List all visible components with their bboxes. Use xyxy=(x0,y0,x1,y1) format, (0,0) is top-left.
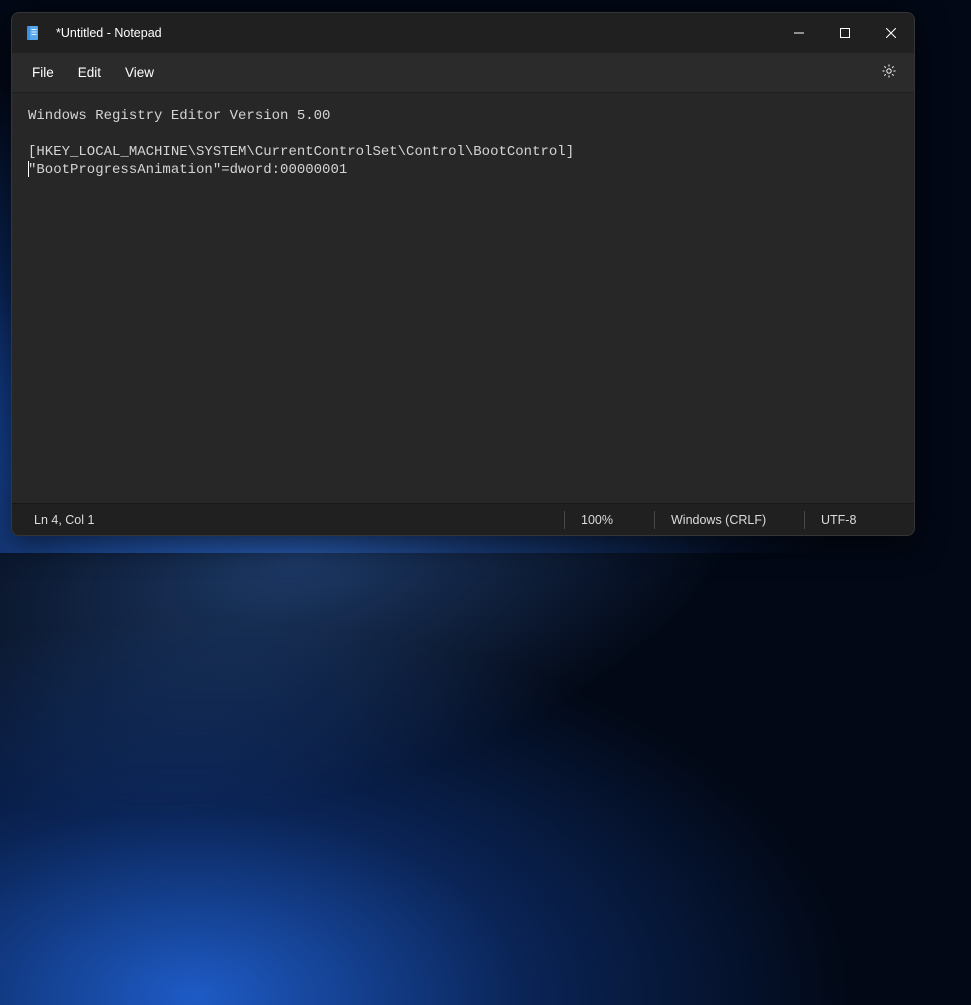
settings-button[interactable] xyxy=(872,58,906,88)
menu-edit[interactable]: Edit xyxy=(66,59,113,86)
status-line-ending[interactable]: Windows (CRLF) xyxy=(654,511,804,529)
titlebar[interactable]: *Untitled - Notepad xyxy=(12,13,914,53)
text-editor[interactable]: Windows Registry Editor Version 5.00 [HK… xyxy=(12,93,914,503)
close-button[interactable] xyxy=(868,13,914,53)
text-cursor xyxy=(28,161,29,177)
menu-file[interactable]: File xyxy=(20,59,66,86)
notepad-app-icon xyxy=(24,24,42,42)
window-controls xyxy=(776,13,914,53)
statusbar: Ln 4, Col 1 100% Windows (CRLF) UTF-8 xyxy=(12,503,914,535)
window-title: *Untitled - Notepad xyxy=(56,26,162,40)
editor-content: Windows Registry Editor Version 5.00 [HK… xyxy=(28,108,574,178)
menu-view[interactable]: View xyxy=(113,59,166,86)
maximize-button[interactable] xyxy=(822,13,868,53)
notepad-window: *Untitled - Notepad File Edit View xyxy=(11,12,915,536)
status-encoding[interactable]: UTF-8 xyxy=(804,511,914,529)
menubar: File Edit View xyxy=(12,53,914,93)
minimize-button[interactable] xyxy=(776,13,822,53)
gear-icon xyxy=(881,63,897,82)
status-cursor-position: Ln 4, Col 1 xyxy=(12,513,564,527)
status-zoom[interactable]: 100% xyxy=(564,511,654,529)
